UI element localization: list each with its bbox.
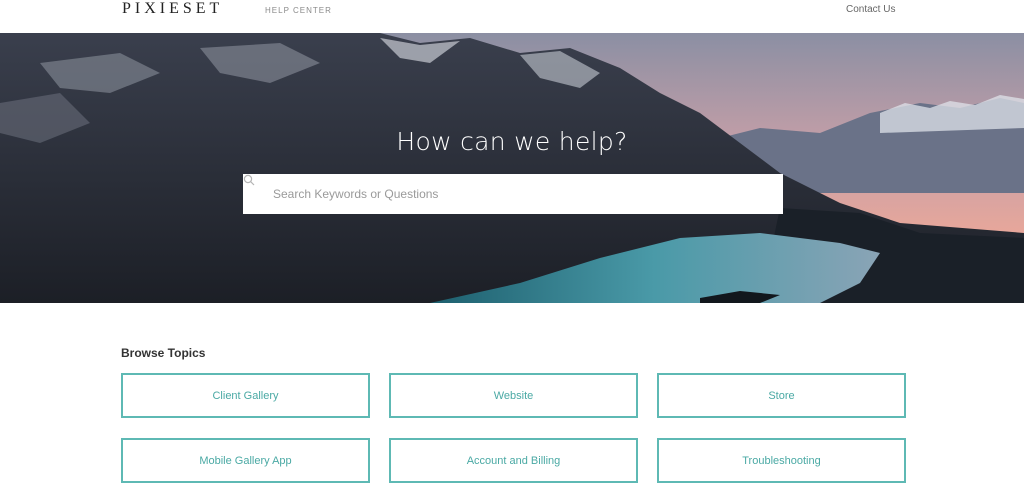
topic-troubleshooting[interactable]: Troubleshooting — [657, 438, 906, 483]
mountain-lake-background — [0, 33, 1024, 303]
hero-banner: How can we help? — [0, 33, 1024, 303]
search-input[interactable] — [273, 187, 773, 201]
contact-us-link[interactable]: Contact Us — [846, 4, 895, 16]
topic-client-gallery[interactable]: Client Gallery — [121, 373, 370, 418]
site-header: PIXIESET HELP CENTER Contact Us — [0, 0, 1024, 33]
topic-website[interactable]: Website — [389, 373, 638, 418]
pixieset-logo[interactable]: PIXIESET — [122, 0, 223, 18]
search-box[interactable] — [243, 174, 783, 214]
browse-topics-heading: Browse Topics — [121, 346, 206, 360]
help-center-label: HELP CENTER — [265, 6, 332, 15]
topic-account-and-billing[interactable]: Account and Billing — [389, 438, 638, 483]
search-icon — [243, 174, 267, 201]
topic-mobile-gallery-app[interactable]: Mobile Gallery App — [121, 438, 370, 483]
topic-store[interactable]: Store — [657, 373, 906, 418]
hero-title: How can we help? — [396, 127, 628, 156]
